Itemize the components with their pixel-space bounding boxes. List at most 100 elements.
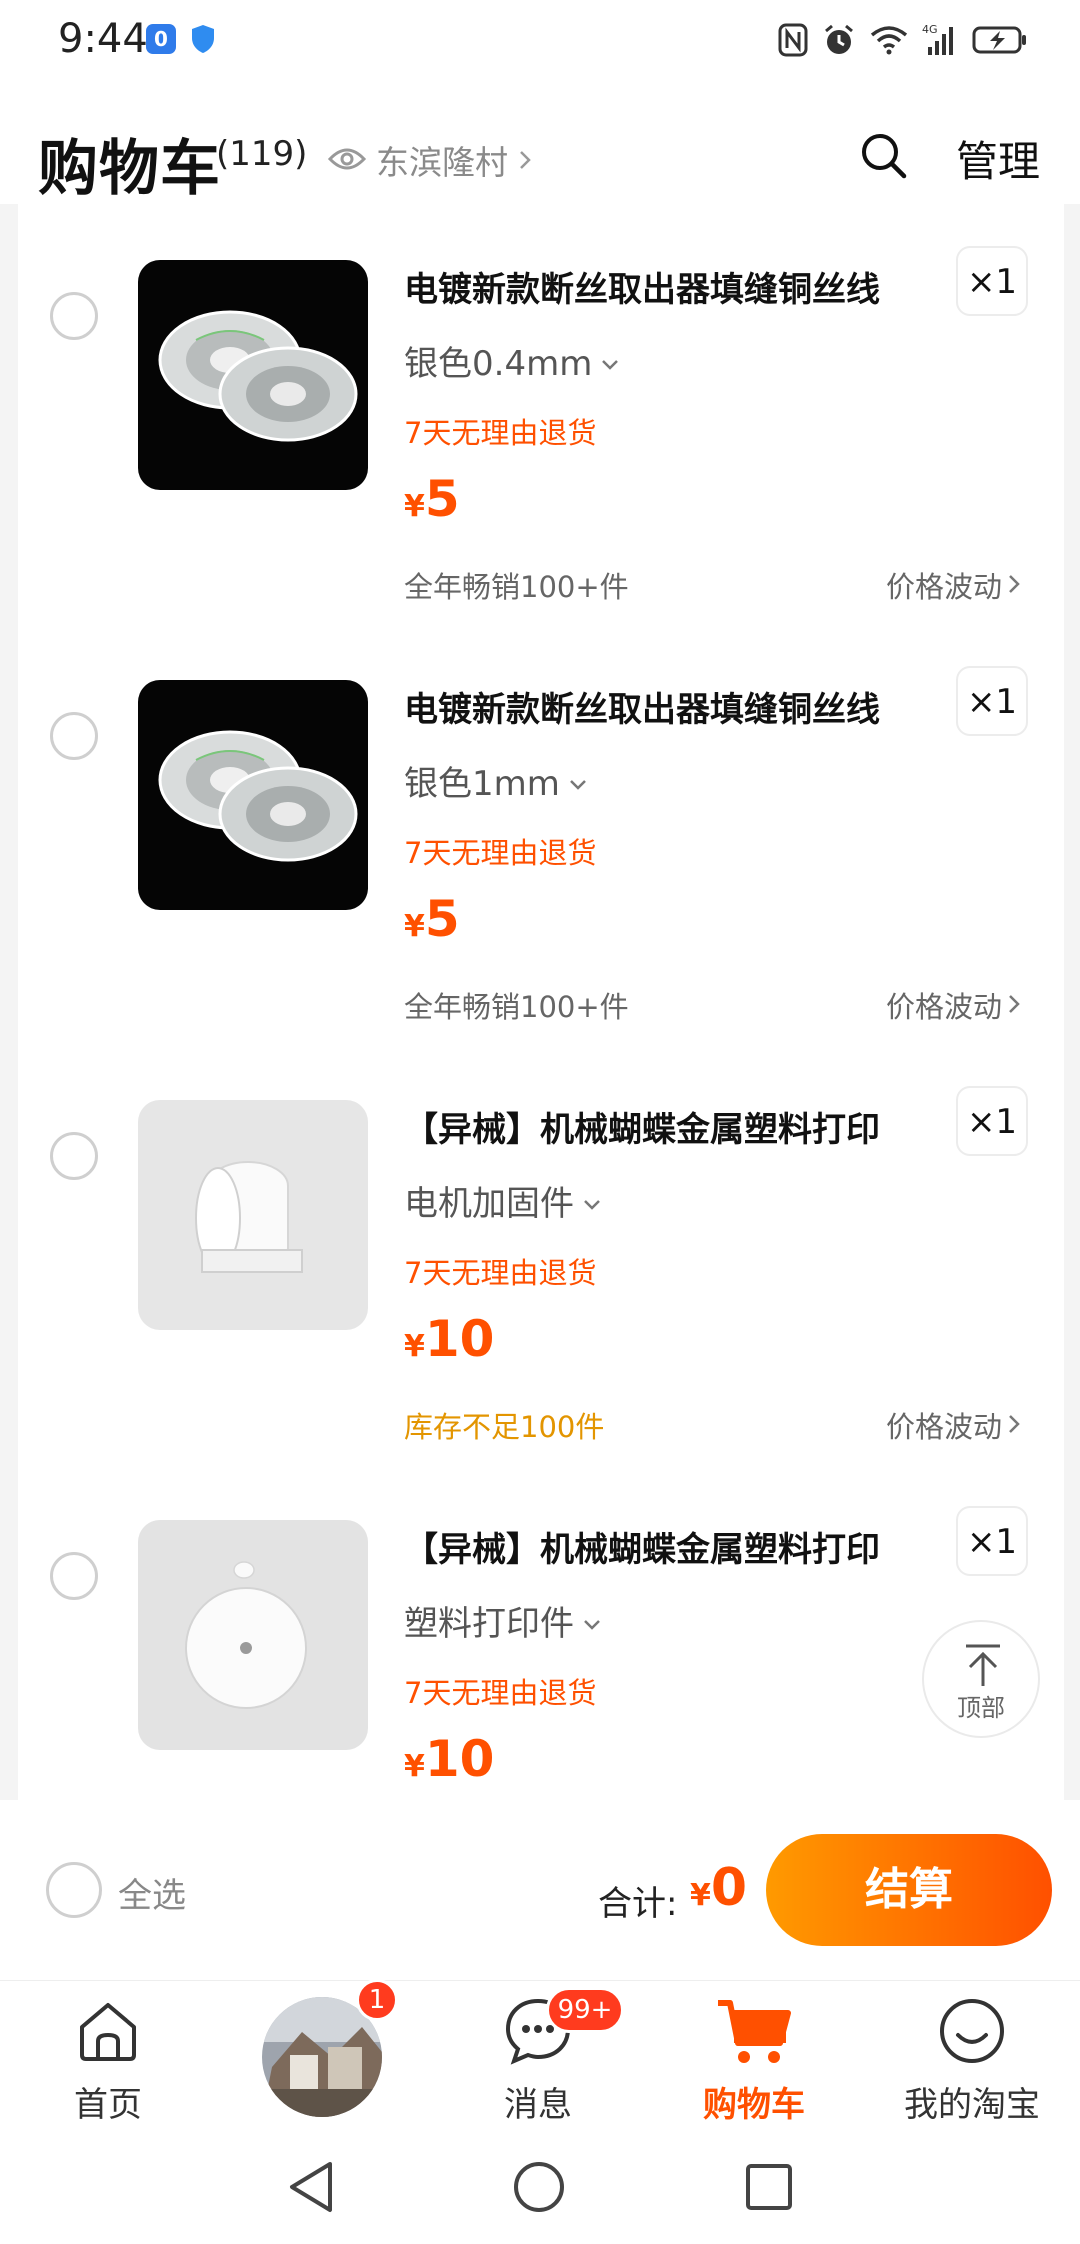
item-checkbox[interactable] [50,712,98,760]
alarm-icon [822,23,856,57]
chevron-down-icon [582,1181,602,1221]
sku-selector[interactable]: 塑料打印件 [404,1596,602,1645]
product-image[interactable] [138,680,368,910]
chevron-right-icon [1008,988,1020,1022]
total-amount: ¥0 [690,1858,747,1918]
checkout-bar: 全选 合计: ¥0 结算 [0,1800,1080,1980]
total-value: 0 [710,1858,748,1918]
sku-selector[interactable]: 电机加固件 [404,1176,602,1225]
quantity-badge[interactable]: ×1 [956,246,1028,316]
return-policy: 7天无理由退货 [404,836,597,870]
price-trend-link[interactable]: 价格波动 [886,564,1020,606]
price-value: 5 [424,470,460,528]
back-to-top-label: 顶部 [957,1694,1005,1722]
manage-button[interactable]: 管理 [956,128,1040,189]
wifi-icon [870,25,908,55]
sku-label: 塑料打印件 [404,1604,574,1644]
cart-item[interactable]: 电镀新款断丝取出器填缝铜丝线 ×1 银色1mm 7天无理由退货 ¥5 全年畅销1… [18,624,1064,1044]
total-symbol: ¥ [690,1878,711,1913]
page-title: 购物车 [38,134,221,204]
search-button[interactable] [858,130,910,182]
chevron-down-icon [582,1601,602,1641]
sku-label: 银色1mm [404,764,560,804]
sku-label: 电机加固件 [404,1184,574,1224]
chevron-down-icon [568,761,588,801]
item-checkbox[interactable] [50,1132,98,1180]
location-label: 东滨隆村 [376,143,508,182]
product-title[interactable]: 电镀新款断丝取出器填缝铜丝线 [404,682,964,731]
status-time: 9:44 [58,16,148,62]
stock-warning: 库存不足100件 [404,1410,605,1444]
chevron-right-icon [1008,568,1020,602]
sku-selector[interactable]: 银色1mm [404,756,588,805]
quantity-badge[interactable]: ×1 [956,1506,1028,1576]
cart-icon [718,2000,791,2063]
avatar-badge: 1 [356,1979,398,2021]
select-all-checkbox[interactable] [46,1862,102,1918]
item-price: ¥10 [404,1310,494,1368]
price-symbol: ¥ [404,909,425,944]
tab-home[interactable]: 首页 [8,1981,208,2129]
chevron-right-icon [1008,1408,1020,1442]
total-label: 合计: [598,1884,678,1924]
quantity-badge[interactable]: ×1 [956,1086,1028,1156]
home-nav-icon[interactable] [512,2160,566,2214]
price-symbol: ¥ [404,489,425,524]
tab-cart[interactable]: 购物车 [654,1981,854,2129]
arrow-up-icon [966,1644,1000,1686]
tab-cart-label: 购物车 [703,2085,805,2125]
price-trend-label: 价格波动 [885,990,1002,1024]
cart-item-count: (119) [216,134,308,174]
status-bar: 9:44 0 4G [0,0,1080,84]
tab-profile[interactable]: 我的淘宝 [872,1981,1072,2129]
checkout-button[interactable]: 结算 [766,1834,1052,1946]
recents-nav-icon[interactable] [744,2162,794,2212]
item-checkbox[interactable] [50,292,98,340]
back-to-top-button[interactable]: 顶部 [922,1620,1040,1738]
quantity-badge[interactable]: ×1 [956,666,1028,736]
price-trend-link[interactable]: 价格波动 [886,1404,1020,1446]
product-image[interactable] [138,260,368,490]
cart-item-list[interactable]: 电镀新款断丝取出器填缝铜丝线 ×1 银色0.4mm 7天无理由退货 ¥5 全年畅… [18,204,1064,1800]
cart-item[interactable]: 【异械】机械蝴蝶金属塑料打印 ×1 塑料打印件 7天无理由退货 ¥10 [18,1464,1064,1800]
eye-icon [327,141,367,180]
bottom-tab-bar: 首页 1 消息 99+ 购物车 我的淘宝 [0,1979,1080,2129]
return-policy: 7天无理由退货 [404,416,597,450]
price-trend-label: 价格波动 [885,1410,1002,1444]
sales-info: 全年畅销100+件 [404,990,629,1024]
product-image[interactable] [138,1520,368,1750]
cart-item[interactable]: 【异械】机械蝴蝶金属塑料打印 ×1 电机加固件 7天无理由退货 ¥10 库存不足… [18,1044,1064,1464]
price-symbol: ¥ [404,1749,425,1784]
tab-messages-label: 消息 [504,2085,572,2125]
product-image[interactable] [138,1100,368,1330]
price-value: 5 [424,890,460,948]
price-symbol: ¥ [404,1329,425,1364]
status-icons: 4G [778,18,1028,62]
price-value: 10 [424,1730,495,1788]
delivery-location[interactable]: 东滨隆村 [327,136,532,184]
select-all-label[interactable]: 全选 [118,1868,186,1917]
shield-icon [190,24,216,58]
nfc-icon [778,23,808,57]
sku-selector[interactable]: 银色0.4mm [404,336,620,385]
notification-app-icon: 0 [146,24,176,54]
cellular-signal-icon: 4G [922,23,958,57]
cart-item[interactable]: 电镀新款断丝取出器填缝铜丝线 ×1 银色0.4mm 7天无理由退货 ¥5 全年畅… [18,204,1064,624]
battery-charging-icon [972,25,1028,55]
item-checkbox[interactable] [50,1552,98,1600]
item-price: ¥5 [404,890,460,948]
search-icon [862,134,907,179]
price-value: 10 [424,1310,495,1368]
smile-face-icon [940,1999,1004,2063]
product-title[interactable]: 【异械】机械蝴蝶金属塑料打印 [404,1102,964,1151]
back-nav-icon[interactable] [286,2160,336,2214]
price-trend-link[interactable]: 价格波动 [886,984,1020,1026]
return-policy: 7天无理由退货 [404,1676,597,1710]
item-price: ¥5 [404,470,460,528]
home-icon [80,2003,136,2061]
product-title[interactable]: 电镀新款断丝取出器填缝铜丝线 [404,262,964,311]
system-navigation-bar [0,2128,1080,2244]
product-title[interactable]: 【异械】机械蝴蝶金属塑料打印 [404,1522,964,1571]
tab-home-label: 首页 [74,2085,142,2125]
chevron-right-icon [518,141,532,180]
